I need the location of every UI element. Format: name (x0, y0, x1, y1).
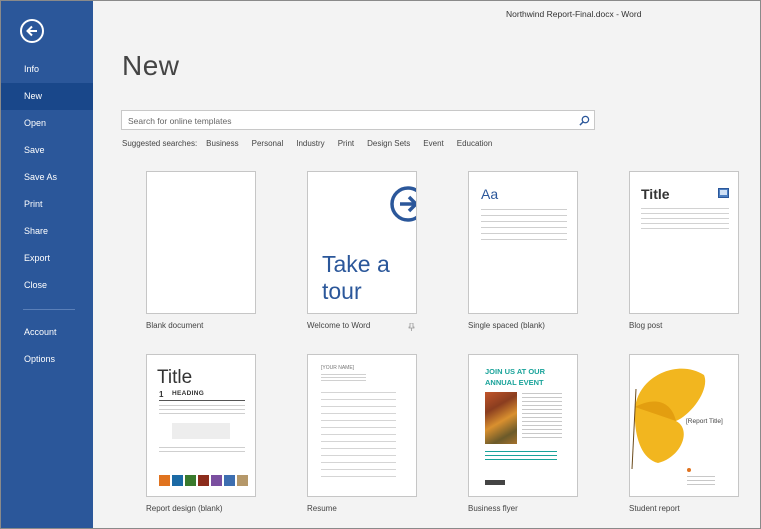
suggested-link-event[interactable]: Event (423, 139, 443, 148)
text-lines (687, 476, 715, 488)
suggested-searches-label: Suggested searches: (122, 139, 198, 148)
pin-icon[interactable] (408, 323, 415, 331)
nav-item-export[interactable]: Export (1, 245, 93, 272)
template-caption: Single spaced (blank) (468, 321, 545, 330)
template-welcome-to-word[interactable]: Take a tour Welcome to Word (307, 171, 417, 331)
text-lines (485, 451, 557, 463)
suggested-link-personal[interactable]: Personal (252, 139, 284, 148)
tour-text: Take a tour (322, 251, 390, 304)
template-thumbnail: [YOUR NAME] (307, 354, 417, 497)
template-blog-post[interactable]: Title Blog post (629, 171, 739, 330)
resume-name-sample: [YOUR NAME] (321, 365, 355, 371)
template-search-box[interactable] (121, 110, 595, 130)
nav-item-options[interactable]: Options (1, 346, 93, 373)
color-swatches (159, 475, 248, 486)
template-search-input[interactable] (122, 112, 568, 130)
window-title: Northwind Report-Final.docx - Word (506, 9, 642, 19)
template-caption: Business flyer (468, 504, 518, 513)
template-student-report[interactable]: [Report Title] Student report (629, 354, 739, 513)
template-caption: Blog post (629, 321, 663, 330)
template-single-spaced[interactable]: Aa Single spaced (blank) (468, 171, 578, 330)
template-thumbnail: Take a tour (307, 171, 417, 314)
report-heading-number: 1 (159, 390, 164, 399)
suggested-link-industry[interactable]: Industry (296, 139, 324, 148)
suggested-link-print[interactable]: Print (338, 139, 354, 148)
template-resume[interactable]: [YOUR NAME] Resume (307, 354, 417, 513)
swatch-orange (159, 475, 170, 486)
template-thumbnail (146, 171, 256, 314)
suggested-link-education[interactable]: Education (457, 139, 493, 148)
template-caption: Blank document (146, 321, 204, 330)
callout-box (172, 423, 230, 439)
nav-item-print[interactable]: Print (1, 191, 93, 218)
nav-item-save[interactable]: Save (1, 137, 93, 164)
blog-title-sample: Title (641, 186, 670, 202)
nav-divider (23, 309, 75, 310)
backstage-window: Info New Open Save Save As Print Share E… (0, 0, 761, 529)
template-caption: Report design (blank) (146, 504, 223, 513)
nav-item-account[interactable]: Account (1, 319, 93, 346)
report-heading-sample: Heading (172, 390, 205, 397)
swatch-tan (237, 475, 248, 486)
orange-dot (687, 468, 691, 472)
template-caption: Welcome to Word (307, 321, 371, 330)
template-thumbnail: [Report Title] (629, 354, 739, 497)
aa-sample: Aa (481, 186, 499, 202)
template-report-design[interactable]: Title 1 Heading Report design (blank) (146, 354, 256, 513)
swatch-red (198, 475, 209, 486)
flyer-logo (485, 480, 505, 485)
nav-item-new[interactable]: New (1, 83, 93, 110)
swatch-purple (211, 475, 222, 486)
resume-section-lines (321, 392, 396, 482)
text-lines (522, 393, 562, 438)
text-lines (159, 405, 245, 415)
swatch-blue (172, 475, 183, 486)
image-icon (718, 188, 729, 198)
nav-item-save-as[interactable]: Save As (1, 164, 93, 191)
backstage-sidebar: Info New Open Save Save As Print Share E… (1, 1, 93, 528)
nav-item-info[interactable]: Info (1, 56, 93, 83)
template-thumbnail: Aa (468, 171, 578, 314)
nav-item-share[interactable]: Share (1, 218, 93, 245)
back-button[interactable] (20, 19, 44, 43)
template-blank-document[interactable]: Blank document (146, 171, 256, 330)
swatch-green (185, 475, 196, 486)
text-lines (641, 208, 729, 232)
template-thumbnail: Title (629, 171, 739, 314)
report-title-sample: Title (157, 367, 193, 388)
flyer-headline: JOIN US AT OUR ANNUAL EVENT (485, 367, 546, 387)
arrow-left-circle-icon (26, 25, 37, 37)
backstage-nav: Info New Open Save Save As Print Share E… (1, 56, 93, 373)
heading-rule (159, 400, 245, 401)
template-caption: Student report (629, 504, 680, 513)
suggested-link-design-sets[interactable]: Design Sets (367, 139, 410, 148)
flyer-photo (485, 392, 517, 444)
report-title-placeholder: [Report Title] (686, 418, 723, 425)
resume-lines-top (321, 374, 366, 382)
page-title: New (122, 50, 180, 81)
suggested-link-business[interactable]: Business (206, 139, 238, 148)
search-icon[interactable] (579, 115, 590, 126)
swatch-lightblue (224, 475, 235, 486)
arrow-right-circle-icon (390, 186, 416, 222)
nav-item-close[interactable]: Close (1, 272, 93, 299)
nav-item-open[interactable]: Open (1, 110, 93, 137)
text-lines (159, 447, 245, 455)
template-thumbnail: Title 1 Heading (146, 354, 256, 497)
template-caption: Resume (307, 504, 337, 513)
template-thumbnail: JOIN US AT OUR ANNUAL EVENT (468, 354, 578, 497)
template-business-flyer[interactable]: JOIN US AT OUR ANNUAL EVENT Business fly… (468, 354, 578, 513)
text-lines (481, 209, 567, 241)
suggested-searches: Suggested searches: Business Personal In… (122, 139, 505, 148)
